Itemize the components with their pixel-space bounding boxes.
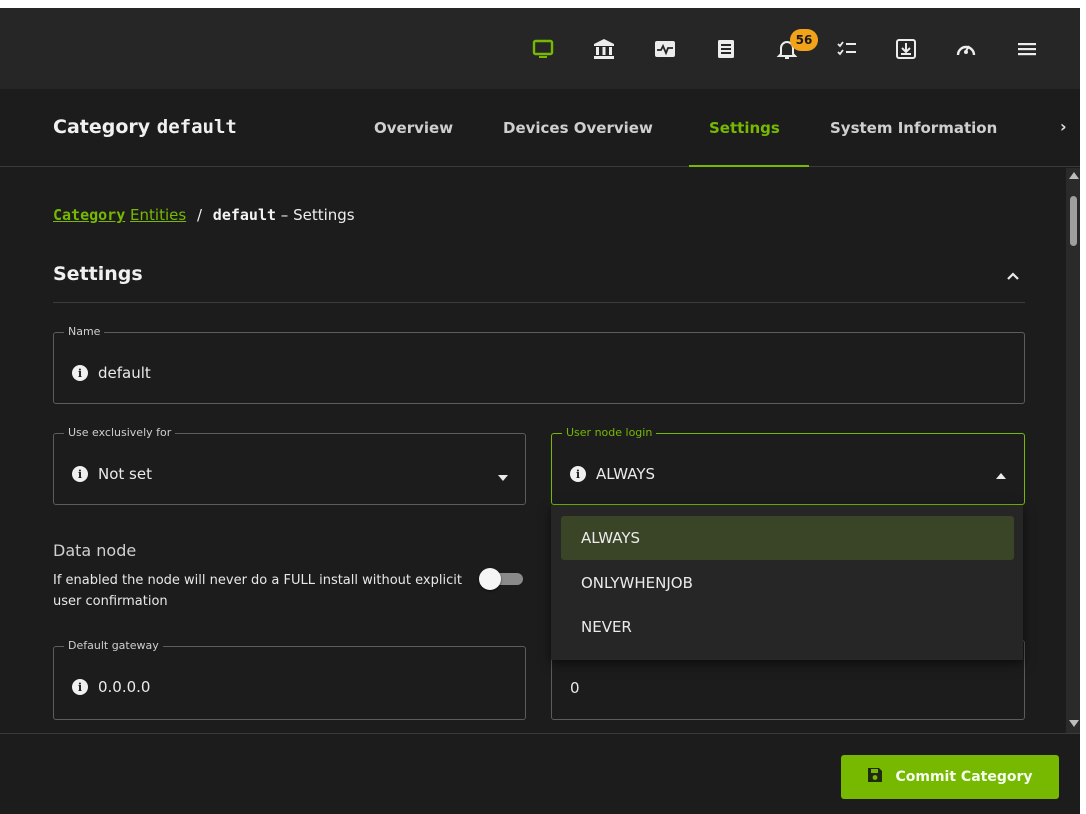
tab-system-information[interactable]: System Information xyxy=(830,119,997,137)
active-tab-indicator xyxy=(689,165,809,167)
chevron-right-icon[interactable]: › xyxy=(1060,117,1067,136)
tab-overview[interactable]: Overview xyxy=(374,119,453,137)
activity-icon[interactable] xyxy=(652,36,678,62)
breadcrumb-entities-link[interactable]: Entities xyxy=(130,206,186,224)
user-node-login-label: User node login xyxy=(566,426,653,439)
checklist-icon[interactable] xyxy=(834,36,860,62)
data-node-help-text: If enabled the node will never do a FULL… xyxy=(53,573,462,609)
tab-devices-overview[interactable]: Devices Overview xyxy=(503,119,653,137)
use-exclusively-select[interactable]: Use exclusively for i Not set xyxy=(53,427,526,505)
content-scrollbar[interactable] xyxy=(1066,168,1080,733)
info-icon: i xyxy=(570,466,586,482)
breadcrumb-suffix: – Settings xyxy=(280,206,355,224)
caret-up-icon xyxy=(996,473,1006,479)
breadcrumb-category-link[interactable]: Category xyxy=(53,206,125,224)
scrollbar-thumb[interactable] xyxy=(1070,196,1077,246)
monitor-icon[interactable] xyxy=(530,36,556,62)
page-title-prefix: Category xyxy=(53,116,151,138)
commit-category-label: Commit Category xyxy=(895,769,1033,785)
use-exclusively-label: Use exclusively for xyxy=(68,426,172,439)
download-box-icon[interactable] xyxy=(893,36,919,62)
page-title-name: default xyxy=(156,116,237,138)
info-icon: i xyxy=(72,365,88,381)
tab-settings[interactable]: Settings xyxy=(709,119,780,137)
bank-icon[interactable] xyxy=(591,36,617,62)
user-node-login-select[interactable]: User node login i ALWAYS xyxy=(551,427,1025,505)
scroll-up-arrow-icon[interactable] xyxy=(1069,172,1079,179)
document-icon[interactable] xyxy=(713,36,739,62)
menu-option-onlywhenjob[interactable]: ONLYWHENJOB xyxy=(561,561,1014,605)
chevron-up-icon[interactable] xyxy=(1005,268,1021,282)
user-node-login-value: ALWAYS xyxy=(596,465,656,483)
section-divider xyxy=(53,302,1025,303)
caret-down-icon xyxy=(498,475,508,481)
window-edge xyxy=(1080,0,1086,814)
name-field[interactable]: Name i default xyxy=(53,326,1025,404)
menu-option-never[interactable]: NEVER xyxy=(561,605,1014,649)
commit-category-button[interactable]: Commit Category xyxy=(841,755,1059,799)
scroll-down-arrow-icon[interactable] xyxy=(1069,720,1079,727)
section-title: Settings xyxy=(53,263,143,285)
menu-icon[interactable] xyxy=(1014,36,1040,62)
breadcrumb-current: default xyxy=(212,206,277,224)
info-icon: i xyxy=(72,679,88,695)
partially-hidden-field-value: 0 xyxy=(570,679,580,697)
default-gateway-label: Default gateway xyxy=(68,639,159,652)
name-field-value: default xyxy=(98,364,151,382)
default-gateway-field[interactable]: Default gateway i 0.0.0.0 xyxy=(53,640,526,720)
name-field-label: Name xyxy=(68,325,101,338)
breadcrumb: Category Entities / default – Settings xyxy=(53,206,355,224)
default-gateway-value: 0.0.0.0 xyxy=(98,678,151,696)
use-exclusively-value: Not set xyxy=(98,465,152,483)
footer-bar: Commit Category xyxy=(0,733,1086,814)
menu-option-always[interactable]: ALWAYS xyxy=(561,516,1014,560)
notification-badge: 56 xyxy=(790,29,818,51)
top-bar: 56 xyxy=(0,8,1086,89)
data-node-label: Data node xyxy=(53,541,137,560)
page-title: Category default xyxy=(53,116,237,138)
info-icon: i xyxy=(72,466,88,482)
toggle-knob xyxy=(479,568,501,590)
breadcrumb-separator: / xyxy=(196,206,203,224)
user-node-login-menu: ALWAYS ONLYWHENJOB NEVER xyxy=(551,505,1023,660)
dashboard-icon[interactable] xyxy=(953,36,979,62)
app-window: 56 Category default Overview Devices Ove… xyxy=(0,8,1086,814)
page-header: Category default Overview Devices Overvi… xyxy=(0,89,1086,167)
data-node-toggle[interactable] xyxy=(479,568,525,590)
save-icon xyxy=(867,767,883,787)
